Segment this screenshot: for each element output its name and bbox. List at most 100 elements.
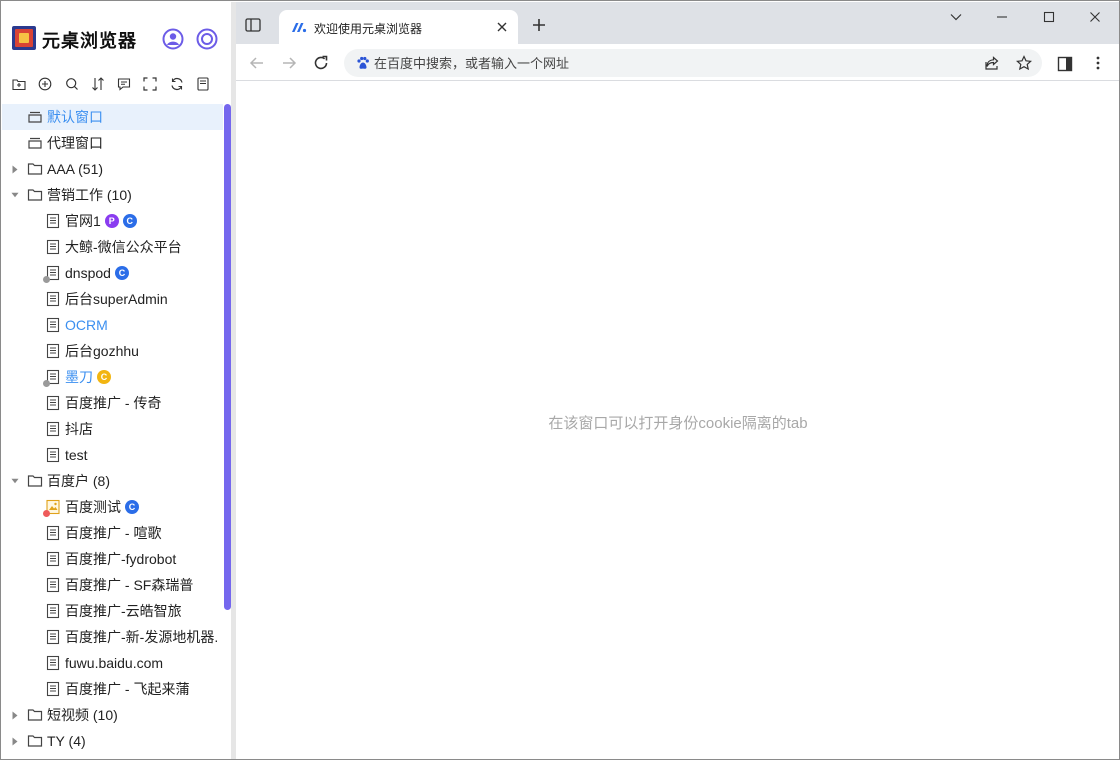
back-button[interactable] [248,54,266,72]
side-panel-icon[interactable] [1057,56,1073,72]
maximize-button[interactable] [1026,2,1072,32]
window-tree: 默认窗口 代理窗口 AAA (51) 营销工作 (10) 官网1 P C 大鲸-… [2,104,224,759]
tree-folder-baidu[interactable]: 百度户 (8) [2,468,224,494]
target-ring-icon[interactable] [196,28,218,50]
tree-item-proxy-window[interactable]: 代理窗口 [2,130,224,156]
tree-item[interactable]: 百度推广-云皓智旅 [2,598,224,624]
caret-right-icon[interactable] [11,164,19,174]
folder-icon [27,161,43,177]
tree-item[interactable]: 百度推广-新-发源地机器. [2,624,224,650]
arrow-right-icon [283,57,297,69]
forward-button[interactable] [280,54,298,72]
tree-folder-label: AAA (51) [47,161,104,177]
tree-folder-label: TY (4) [47,733,86,749]
fullscreen-icon[interactable] [143,74,169,94]
tree-item[interactable]: 后台gozhhu [2,338,224,364]
tree-item-label: dnspod [65,265,111,281]
status-dot [43,510,50,517]
sidebar: 元桌浏览器 默认窗口 代理窗口 AAA (51) 营销工作 (10) 官网1 P… [2,2,232,759]
document-icon [45,343,61,359]
yuanzhuo-logo-icon [291,20,307,34]
tree-item[interactable]: test [2,442,224,468]
close-icon[interactable] [495,20,509,34]
folder-icon [27,707,43,723]
tree-item[interactable]: 大鲸-微信公众平台 [2,234,224,260]
baidu-paw-icon [356,56,370,70]
omnibox-input[interactable] [374,49,934,77]
bookmark-icon[interactable] [196,74,222,94]
close-icon [1090,12,1100,22]
tab-search-button[interactable] [933,2,979,32]
tree-item[interactable]: 墨刀 C [2,364,224,390]
status-dot [43,276,50,283]
document-icon [45,551,61,567]
tree-item-label: 百度推广-云皓智旅 [65,603,182,619]
tree-item[interactable]: 抖店 [2,416,224,442]
tree-item[interactable]: 后台superAdmin [2,286,224,312]
tree-item-label: 后台gozhhu [65,343,139,359]
tree-item[interactable]: dnspod C [2,260,224,286]
search-icon[interactable] [65,74,91,94]
tree-item-label: 百度推广-fydrobot [65,551,177,567]
new-folder-icon[interactable] [12,74,38,94]
tab-title: 欢迎使用元桌浏览器 [314,22,423,36]
tree-item[interactable]: 百度推广 - SF森瑞普 [2,572,224,598]
caret-right-icon[interactable] [11,710,19,720]
reload-icon [314,55,328,70]
tree-item[interactable]: 百度推广 - 传奇 [2,390,224,416]
refresh-icon[interactable] [170,74,196,94]
caret-right-icon[interactable] [11,736,19,746]
new-tab-button[interactable] [532,18,546,32]
minimize-button[interactable] [979,2,1025,32]
comment-icon[interactable] [117,74,143,94]
caret-down-icon[interactable] [11,190,19,200]
address-bar[interactable] [344,49,1042,77]
tree-item[interactable]: fuwu.baidu.com [2,650,224,676]
tree-folder-label: 百度户 (8) [47,473,110,489]
tree-item-label: 默认窗口 [47,109,103,125]
tree-folder-short-video[interactable]: 短视频 (10) [2,702,224,728]
document-icon [45,577,61,593]
add-circle-icon[interactable] [38,74,64,94]
app-logo [12,26,36,50]
badge-p: P [104,214,119,228]
tree-folder-ty[interactable]: TY (4) [2,728,224,754]
window-close-button[interactable] [1072,2,1118,32]
tree-item[interactable]: 百度推广 - 飞起来蒲 [2,676,224,702]
tree-item-label: 大鲸-微信公众平台 [65,239,182,255]
document-icon [45,629,61,645]
tree-item[interactable]: 百度推广 - 喧歌 [2,520,224,546]
caret-down-icon[interactable] [11,476,19,486]
tree-item-label: 后台superAdmin [65,291,168,307]
tree-item-label: 官网1 [65,213,101,229]
tree-item[interactable]: 官网1 P C [2,208,224,234]
tab-active[interactable]: 欢迎使用元桌浏览器 [279,10,518,44]
reload-button[interactable] [312,54,330,72]
navigation-bar [236,44,1119,81]
tree-item-default-window[interactable]: 默认窗口 [2,104,224,130]
arrow-left-icon [249,57,263,69]
sidebar-scrollbar-thumb[interactable] [224,104,231,610]
tree-item-label: 百度测试 [65,499,121,515]
tree-item[interactable]: 百度推广-fydrobot [2,546,224,572]
tree-item-label: 百度推广 - 飞起来蒲 [65,681,190,697]
sort-icon[interactable] [91,74,117,94]
user-circle-icon[interactable] [162,28,184,50]
chevron-down-icon [950,14,962,21]
tree-folder-marketing[interactable]: 营销工作 (10) [2,182,224,208]
tree-item[interactable]: 百度测试 C [2,494,224,520]
tree-item-label: OCRM [65,317,108,333]
tree-item[interactable]: OCRM [2,312,224,338]
star-icon[interactable] [1016,55,1032,71]
folder-icon [27,733,43,749]
tree-item-label: 百度推广 - 传奇 [65,395,162,411]
share-icon[interactable] [984,55,1000,71]
document-icon [45,447,61,463]
sidebar-toggle-icon[interactable] [244,16,262,34]
more-menu-icon[interactable] [1090,55,1106,71]
tree-folder-label: 短视频 (10) [47,707,118,723]
sidebar-toolbar [12,74,222,94]
tree-item-label: test [65,447,88,463]
tree-folder-aaa[interactable]: AAA (51) [2,156,224,182]
window-stack-icon [27,109,43,125]
